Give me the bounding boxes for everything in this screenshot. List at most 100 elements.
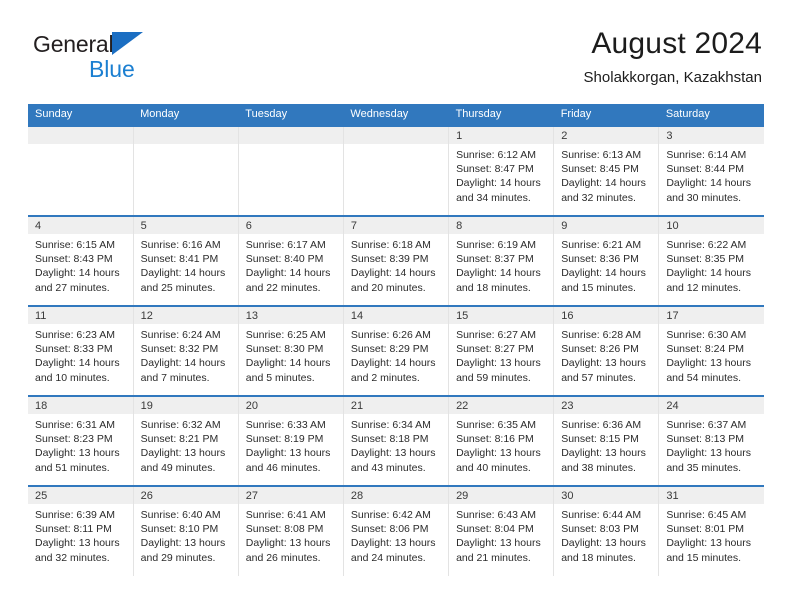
calendar-day-cell[interactable]: 3 Sunrise: 6:14 AM Sunset: 8:44 PM Daylight… [658, 125, 764, 216]
day-details: Sunrise: 6:35 AM Sunset: 8:16 PM Daylight:… [449, 414, 553, 475]
daylight-duration-line1: Daylight: 13 hours [35, 537, 120, 550]
brand-name-general: General [33, 31, 114, 57]
sunset-time: Sunset: 8:10 PM [140, 523, 219, 536]
daylight-duration-line2: and 18 minutes. [561, 551, 636, 564]
calendar-day-cell[interactable]: 28 Sunrise: 6:42 AM Sunset: 8:06 PM Dayligh… [343, 485, 450, 576]
daylight-duration-line1: Daylight: 13 hours [456, 447, 541, 460]
day-number [133, 127, 238, 144]
daylight-duration-line1: Daylight: 14 hours [140, 357, 226, 370]
calendar-day-cell[interactable]: 30 Sunrise: 6:44 AM Sunset: 8:03 PM Dayligh… [553, 485, 660, 576]
sunset-time: Sunset: 8:27 PM [456, 343, 534, 356]
day-details: Sunrise: 6:27 AM Sunset: 8:27 PM Daylight:… [449, 324, 553, 385]
daylight-duration-line2: and 2 minutes. [350, 371, 420, 384]
calendar-day-cell[interactable]: 24 Sunrise: 6:37 AM Sunset: 8:13 PM Dayligh… [658, 395, 764, 486]
day-details: Sunrise: 6:40 AM Sunset: 8:10 PM Daylight:… [134, 504, 238, 565]
calendar-day-cell[interactable]: 1 Sunrise: 6:12 AM Sunset: 8:47 PM Daylight… [448, 125, 555, 216]
day-number [343, 127, 449, 144]
daylight-duration-line2: and 54 minutes. [666, 371, 742, 384]
calendar-day-cell[interactable]: 4 Sunrise: 6:15 AM Sunset: 8:43 PM Daylight… [28, 215, 134, 306]
daylight-duration-line1: Daylight: 14 hours [245, 357, 331, 370]
calendar-day-cell[interactable]: 27 Sunrise: 6:41 AM Sunset: 8:08 PM Dayligh… [238, 485, 344, 576]
calendar-day-cell[interactable]: 14 Sunrise: 6:26 AM Sunset: 8:29 PM Dayligh… [343, 305, 450, 396]
calendar-day-cell[interactable]: 7 Sunrise: 6:18 AM Sunset: 8:39 PM Daylight… [343, 215, 450, 306]
calendar-day-cell[interactable]: 21 Sunrise: 6:34 AM Sunset: 8:18 PM Dayligh… [343, 395, 450, 486]
sunrise-time: Sunrise: 6:35 AM [456, 419, 537, 431]
calendar-page: General Blue August 2024 Sholakkorgan, K… [0, 0, 792, 612]
sunrise-time: Sunrise: 6:23 AM [35, 329, 115, 341]
sunset-time: Sunset: 8:29 PM [350, 343, 429, 356]
day-details: Sunrise: 6:30 AM Sunset: 8:24 PM Daylight:… [659, 324, 764, 385]
weekday-header-row: Sunday Monday Tuesday Wednesday Thursday Frid… [28, 104, 764, 126]
day-number: 14 [343, 307, 449, 324]
day-details: Sunrise: 6:43 AM Sunset: 8:04 PM Daylight:… [449, 504, 553, 565]
daylight-duration-line2: and 7 minutes. [140, 371, 210, 384]
calendar-day-cell[interactable]: 6 Sunrise: 6:17 AM Sunset: 8:40 PM Daylight… [238, 215, 344, 306]
daylight-duration-line2: and 46 minutes. [245, 461, 321, 474]
sunset-time: Sunset: 8:30 PM [245, 343, 324, 356]
calendar-day-cell[interactable]: 19 Sunrise: 6:32 AM Sunset: 8:21 PM Dayligh… [133, 395, 239, 486]
daylight-duration-line1: Daylight: 13 hours [561, 447, 646, 460]
sunrise-time: Sunrise: 6:34 AM [350, 419, 431, 431]
daylight-duration-line1: Daylight: 13 hours [456, 537, 541, 550]
day-details: Sunrise: 6:39 AM Sunset: 8:11 PM Daylight:… [28, 504, 133, 565]
sunset-time: Sunset: 8:44 PM [666, 163, 744, 176]
day-details: Sunrise: 6:33 AM Sunset: 8:19 PM Daylight:… [239, 414, 343, 475]
sunset-time: Sunset: 8:08 PM [245, 523, 324, 536]
daylight-duration-line1: Daylight: 13 hours [666, 537, 751, 550]
day-number: 17 [659, 307, 764, 324]
day-number: 3 [659, 127, 764, 144]
calendar-day-cell[interactable]: 16 Sunrise: 6:28 AM Sunset: 8:26 PM Dayligh… [553, 305, 660, 396]
weekday-header-tuesday: Tuesday [238, 104, 344, 126]
calendar-day-cell[interactable]: 11 Sunrise: 6:23 AM Sunset: 8:33 PM Dayligh… [28, 305, 134, 396]
daylight-duration-line2: and 15 minutes. [561, 281, 636, 294]
calendar-day-cell[interactable]: 31 Sunrise: 6:45 AM Sunset: 8:01 PM Dayligh… [658, 485, 764, 576]
sunrise-time: Sunrise: 6:22 AM [666, 239, 747, 251]
sunset-time: Sunset: 8:41 PM [140, 253, 219, 266]
day-number: 15 [449, 307, 554, 324]
sunrise-time: Sunrise: 6:13 AM [561, 149, 642, 161]
sunset-time: Sunset: 8:04 PM [456, 523, 534, 536]
daylight-duration-line2: and 29 minutes. [140, 551, 216, 564]
calendar-day-cell[interactable]: 9 Sunrise: 6:21 AM Sunset: 8:36 PM Daylight… [553, 215, 660, 306]
calendar-day-cell[interactable]: 20 Sunrise: 6:33 AM Sunset: 8:19 PM Dayligh… [238, 395, 344, 486]
sunset-time: Sunset: 8:33 PM [35, 343, 113, 356]
calendar-day-cell[interactable]: 15 Sunrise: 6:27 AM Sunset: 8:27 PM Dayligh… [448, 305, 555, 396]
day-number [238, 127, 343, 144]
daylight-duration-line2: and 20 minutes. [350, 281, 426, 294]
calendar-day-cell[interactable]: 23 Sunrise: 6:36 AM Sunset: 8:15 PM Dayligh… [553, 395, 660, 486]
day-number: 10 [659, 217, 764, 234]
weekday-header-wednesday: Wednesday [343, 104, 449, 126]
calendar-day-cell[interactable]: 22 Sunrise: 6:35 AM Sunset: 8:16 PM Dayligh… [448, 395, 555, 486]
calendar-day-cell[interactable]: 29 Sunrise: 6:43 AM Sunset: 8:04 PM Dayligh… [448, 485, 555, 576]
calendar-day-cell[interactable]: 8 Sunrise: 6:19 AM Sunset: 8:37 PM Daylight… [448, 215, 555, 306]
day-details: Sunrise: 6:34 AM Sunset: 8:18 PM Daylight:… [344, 414, 448, 475]
calendar-day-cell[interactable]: 2 Sunrise: 6:13 AM Sunset: 8:45 PM Daylight… [553, 125, 660, 216]
sunrise-time: Sunrise: 6:15 AM [35, 239, 115, 251]
sunset-time: Sunset: 8:18 PM [350, 433, 429, 446]
sunset-time: Sunset: 8:40 PM [245, 253, 324, 266]
daylight-duration-line2: and 40 minutes. [456, 461, 531, 474]
day-details: Sunrise: 6:37 AM Sunset: 8:13 PM Daylight:… [659, 414, 764, 475]
daylight-duration-line1: Daylight: 13 hours [140, 537, 226, 550]
day-number: 23 [554, 397, 659, 414]
sunrise-time: Sunrise: 6:33 AM [245, 419, 326, 431]
calendar-day-cell[interactable]: 10 Sunrise: 6:22 AM Sunset: 8:35 PM Dayligh… [658, 215, 764, 306]
calendar-day-cell[interactable]: 17 Sunrise: 6:30 AM Sunset: 8:24 PM Dayligh… [658, 305, 764, 396]
calendar-day-cell[interactable]: 13 Sunrise: 6:25 AM Sunset: 8:30 PM Dayligh… [238, 305, 344, 396]
calendar-day-cell[interactable]: 26 Sunrise: 6:40 AM Sunset: 8:10 PM Dayligh… [133, 485, 239, 576]
daylight-duration-line2: and 38 minutes. [561, 461, 636, 474]
daylight-duration-line1: Daylight: 13 hours [561, 357, 646, 370]
calendar-day-cell[interactable]: 12 Sunrise: 6:24 AM Sunset: 8:32 PM Dayligh… [133, 305, 239, 396]
daylight-duration-line1: Daylight: 13 hours [245, 447, 331, 460]
calendar-day-cell[interactable]: 18 Sunrise: 6:31 AM Sunset: 8:23 PM Dayligh… [28, 395, 134, 486]
calendar-day-cell[interactable]: 25 Sunrise: 6:39 AM Sunset: 8:11 PM Dayligh… [28, 485, 134, 576]
daylight-duration-line1: Daylight: 13 hours [561, 537, 646, 550]
sunrise-time: Sunrise: 6:36 AM [561, 419, 642, 431]
brand-logo[interactable]: General Blue [33, 26, 144, 81]
daylight-duration-line2: and 22 minutes. [245, 281, 321, 294]
triangle-logo-icon [112, 32, 144, 55]
day-number: 28 [343, 487, 449, 504]
sunrise-time: Sunrise: 6:40 AM [140, 509, 221, 521]
calendar-day-cell[interactable]: 5 Sunrise: 6:16 AM Sunset: 8:41 PM Daylight… [133, 215, 239, 306]
sunrise-time: Sunrise: 6:19 AM [456, 239, 537, 251]
